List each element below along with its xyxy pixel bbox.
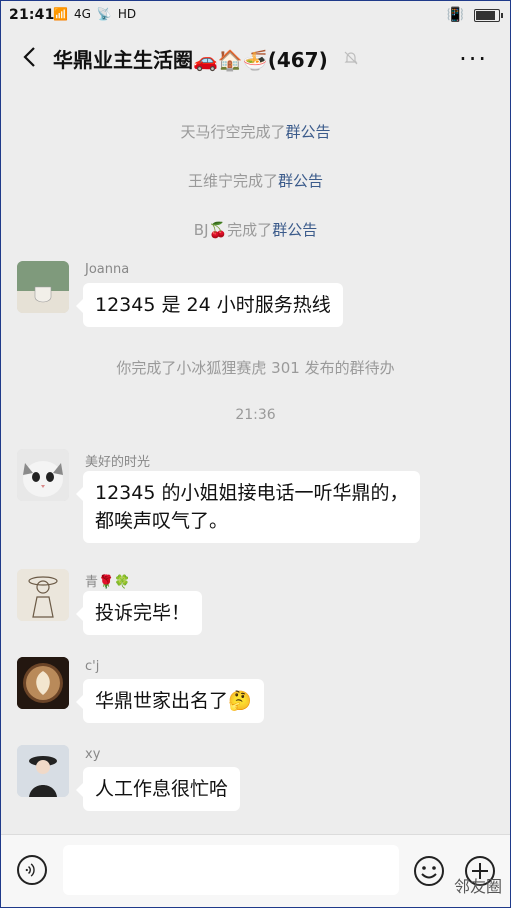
avatar[interactable] <box>17 261 69 313</box>
sender-name: c'j <box>85 659 100 674</box>
teacup-photo-icon <box>17 261 69 313</box>
cat-photo-icon <box>17 449 69 501</box>
watermark: 邻友圈 <box>453 877 502 896</box>
sketch-figure-icon <box>17 569 69 621</box>
message-bubble[interactable]: 投诉完毕！ <box>75 591 203 635</box>
message-line: 都唉声叹气了。 <box>95 510 229 532</box>
avatar[interactable] <box>17 657 69 709</box>
sender-name: 美好的时光 <box>85 455 151 470</box>
network-type: 4G <box>73 7 91 21</box>
status-right: 📳 <box>446 7 503 23</box>
chat-header: 华鼎业主生活圈🚗🏠🍜(467) ··· <box>1 31 510 85</box>
sender-name: 青🌹🍀 <box>85 575 131 590</box>
signal-icon: 📶 <box>53 7 68 21</box>
mute-bell-icon <box>344 51 358 65</box>
system-text: BJ🍒完成了 <box>193 221 273 239</box>
chat-area[interactable]: 天马行空完成了群公告 王维宁完成了群公告 BJ🍒完成了群公告 Joanna 12… <box>1 85 510 837</box>
sender-name: xy <box>85 747 101 762</box>
more-options-button[interactable]: ··· <box>459 45 488 73</box>
emoji-icon[interactable] <box>413 855 445 887</box>
vibrate-icon: 📳 <box>446 7 464 23</box>
signal-group: 📶 4G 📡 HD <box>53 7 136 21</box>
system-text: 天马行空完成了 <box>180 123 286 141</box>
todo-notice: 你完成了小冰狐狸赛虎 301 发布的群待办 <box>116 359 395 377</box>
battery-icon <box>474 8 503 22</box>
message-bubble[interactable]: 华鼎世家出名了🤔 <box>76 679 264 723</box>
sender-name: Joanna <box>85 262 130 277</box>
status-bar: 21:41 📶 4G 📡 HD 📳 <box>1 1 510 31</box>
avatar[interactable] <box>17 449 69 501</box>
input-bar: 邻友圈 <box>1 834 510 907</box>
message-input[interactable] <box>63 845 399 895</box>
hd-label: HD <box>117 7 137 21</box>
clock: 21:41 <box>9 7 55 23</box>
screen-frame: 21:41 📶 4G 📡 HD 📳 华鼎业主生活圈🚗🏠🍜(467) ··· 天马… <box>0 0 511 908</box>
system-text: 王维宁完成了 <box>187 172 278 190</box>
system-message: BJ🍒完成了群公告 <box>1 219 510 240</box>
announcement-link[interactable]: 群公告 <box>272 221 317 239</box>
system-message: 天马行空完成了群公告 <box>1 121 510 142</box>
wifi-icon: 📡 <box>96 7 112 21</box>
system-message: 王维宁完成了群公告 <box>1 170 510 191</box>
timestamp: 21:36 <box>235 407 276 423</box>
chat-title: 华鼎业主生活圈🚗🏠🍜(467) <box>53 48 328 72</box>
message-bubble[interactable]: 人工作息很忙哈 <box>75 767 241 811</box>
latte-art-icon <box>17 657 69 709</box>
avatar[interactable] <box>17 745 69 797</box>
message-bubble[interactable]: 12345 是 24 小时服务热线 <box>76 283 343 327</box>
woman-portrait-icon <box>17 745 69 797</box>
announcement-link[interactable]: 群公告 <box>286 123 331 141</box>
message-bubble[interactable]: 12345 的小姐姐接电话一听华鼎的， 都唉声叹气了。 <box>75 471 421 543</box>
announcement-link[interactable]: 群公告 <box>278 172 323 190</box>
avatar[interactable] <box>17 569 69 621</box>
voice-input-icon[interactable] <box>17 855 47 885</box>
back-arrow-icon[interactable] <box>19 45 43 69</box>
message-line: 12345 的小姐姐接电话一听华鼎的， <box>95 482 409 504</box>
